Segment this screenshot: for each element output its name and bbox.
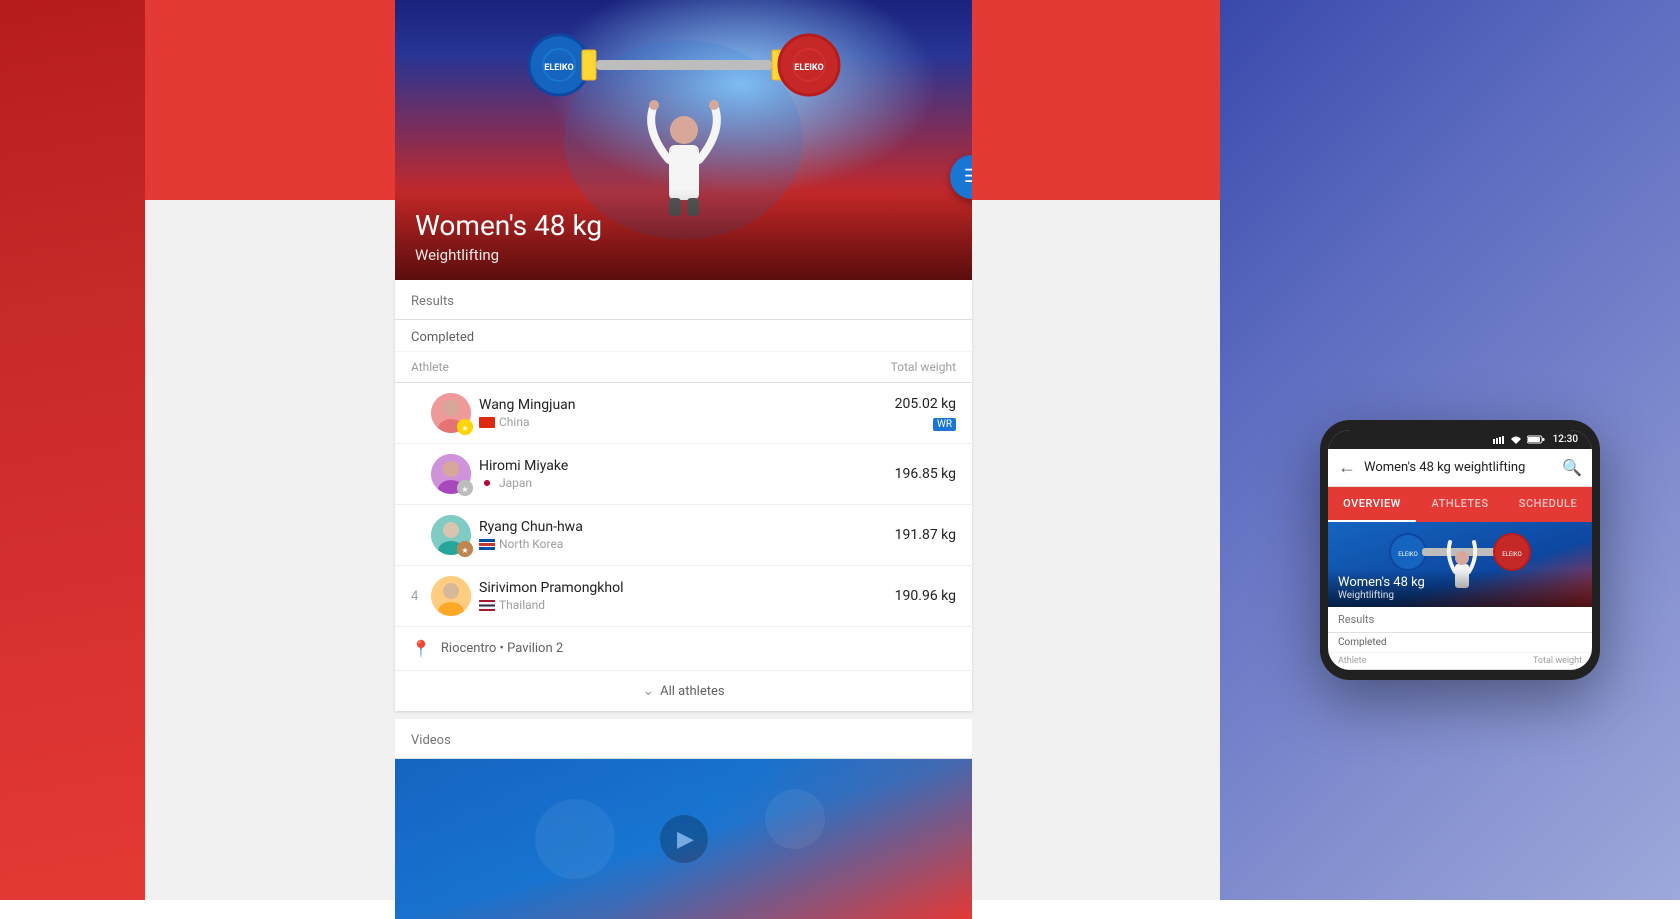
phone-hero-title: Women's 48 kg (1338, 575, 1582, 590)
phone-completed-label: Completed (1328, 633, 1592, 653)
svg-text:ELEIKO: ELEIKO (1398, 551, 1418, 558)
phone-hero-image: ELEIKO ELEIKO Women's 48 kg Weightliftin… (1328, 522, 1592, 607)
athlete-column-header: Athlete (411, 360, 449, 374)
weight-value-hiromi: 196.85 kg (895, 466, 956, 482)
athlete-name-ryang: Ryang Chun-hwa (479, 519, 895, 535)
country-row-wang: China (479, 415, 895, 429)
phone-screen: 12:30 ← Women's 48 kg weightlifting 🔍 OV… (1328, 430, 1592, 670)
phone-search-text[interactable]: Women's 48 kg weightlifting (1364, 460, 1554, 475)
phone-back-icon[interactable]: ← (1338, 457, 1356, 478)
phone-weight-col: Total weight (1533, 656, 1582, 666)
athlete-info-wang: Wang Mingjuan China (479, 397, 895, 429)
phone-tab-athletes[interactable]: ATHLETES (1416, 487, 1504, 522)
phone-status-bar: 12:30 (1328, 430, 1592, 449)
chevron-down-icon: ⌄ (642, 683, 654, 699)
phone-hero-overlay: Women's 48 kg Weightlifting (1328, 569, 1592, 607)
country-row-hiromi: Japan (479, 476, 895, 490)
svg-text:★: ★ (461, 485, 468, 494)
videos-section-title: Videos (395, 719, 972, 759)
hero-image: ELEIKO ELEIKO (395, 0, 972, 280)
athlete-name-sirivimon: Sirivimon Pramongkhol (479, 580, 895, 596)
athlete-name-wang: Wang Mingjuan (479, 397, 895, 413)
weight-column-header: Total weight (891, 360, 956, 374)
results-section-title: Results (395, 280, 972, 320)
phone-hero-subtitle: Weightlifting (1338, 590, 1582, 601)
results-card: Results Completed Athlete Total weight (395, 280, 972, 711)
flag-japan (479, 478, 495, 489)
country-row-ryang: North Korea (479, 537, 895, 551)
flag-china (479, 417, 495, 428)
all-athletes-row[interactable]: ⌄ All athletes (395, 671, 972, 711)
hero-overlay: Women's 48 kg Weightlifting (395, 189, 972, 280)
phone-search-bar: ← Women's 48 kg weightlifting 🔍 (1328, 449, 1592, 487)
phone-tab-overview[interactable]: OVERVIEW (1328, 487, 1416, 522)
main-content-area: ELEIKO ELEIKO (395, 0, 972, 919)
athlete-row-1: ★ Wang Mingjuan China 205.02 kg WR (395, 383, 972, 444)
country-thailand: Thailand (499, 598, 545, 612)
athlete-row-3: ★ Ryang Chun-hwa North Korea 191.87 kg (395, 505, 972, 566)
svg-text:ELEIKO: ELEIKO (544, 63, 573, 73)
svg-text:ELEIKO: ELEIKO (794, 63, 823, 73)
phone-tab-schedule[interactable]: SCHEDULE (1504, 487, 1592, 522)
avatar-ryang: ★ (431, 515, 471, 555)
weight-value-ryang: 191.87 kg (895, 527, 956, 543)
avatar-sirivimon (431, 576, 471, 616)
avatar-hiromi: ★ (431, 454, 471, 494)
athlete-info-ryang: Ryang Chun-hwa North Korea (479, 519, 895, 551)
location-pin-icon: 📍 (411, 639, 431, 658)
phone-time: 12:30 (1553, 434, 1578, 445)
country-row-sirivimon: Thailand (479, 598, 895, 612)
flag-thailand (479, 600, 495, 611)
country-nkorea: North Korea (499, 537, 563, 551)
svg-text:ELEIKO: ELEIKO (1502, 551, 1522, 558)
table-header-row: Athlete Total weight (395, 352, 972, 383)
phone-athlete-col: Athlete (1338, 656, 1366, 666)
country-japan: Japan (499, 476, 532, 490)
location-text: Riocentro • Pavilion 2 (441, 641, 563, 656)
silver-medal-badge: ★ (457, 480, 473, 496)
hero-subtitle: Weightlifting (415, 246, 952, 264)
wr-badge-wang: WR (895, 412, 956, 431)
hero-title: Women's 48 kg (415, 209, 952, 242)
phone-table-header: Athlete Total weight (1328, 653, 1592, 670)
videos-section: Videos ▶ (395, 719, 972, 919)
weight-value-sirivimon: 190.96 kg (895, 588, 956, 604)
menu-icon: ☰ (964, 168, 972, 186)
weight-value-wang: 205.02 kg (895, 396, 956, 412)
phone-tabs: OVERVIEW ATHLETES SCHEDULE (1328, 487, 1592, 522)
avatar-wang: ★ (431, 393, 471, 433)
bronze-medal-badge: ★ (457, 541, 473, 557)
phone-search-icon[interactable]: 🔍 (1562, 458, 1582, 477)
phone-mockup: 12:30 ← Women's 48 kg weightlifting 🔍 OV… (1320, 420, 1600, 680)
rank-4: 4 (411, 589, 431, 604)
country-china: China (499, 415, 530, 429)
flag-nkorea (479, 539, 495, 550)
athlete-name-hiromi: Hiromi Miyake (479, 458, 895, 474)
video-thumbnail[interactable]: ▶ (395, 759, 972, 919)
weight-hiromi: 196.85 kg (895, 466, 956, 482)
left-background (0, 0, 145, 900)
athlete-info-sirivimon: Sirivimon Pramongkhol Thailand (479, 580, 895, 612)
gold-medal-badge: ★ (457, 419, 473, 435)
status-completed: Completed (395, 320, 972, 352)
athlete-row-2: ★ Hiromi Miyake Japan 196.85 kg (395, 444, 972, 505)
location-row: 📍 Riocentro • Pavilion 2 (395, 627, 972, 671)
phone-results-label: Results (1328, 607, 1592, 633)
all-athletes-label: All athletes (660, 684, 724, 699)
svg-text:★: ★ (461, 424, 468, 433)
svg-text:★: ★ (461, 546, 468, 555)
weight-ryang: 191.87 kg (895, 527, 956, 543)
athlete-row-4: 4 Sirivimon Pramongkhol Thailand (395, 566, 972, 627)
avatar-image-sirivimon (431, 576, 471, 616)
weight-sirivimon: 190.96 kg (895, 588, 956, 604)
weight-wang: 205.02 kg WR (895, 396, 956, 431)
athlete-info-hiromi: Hiromi Miyake Japan (479, 458, 895, 490)
